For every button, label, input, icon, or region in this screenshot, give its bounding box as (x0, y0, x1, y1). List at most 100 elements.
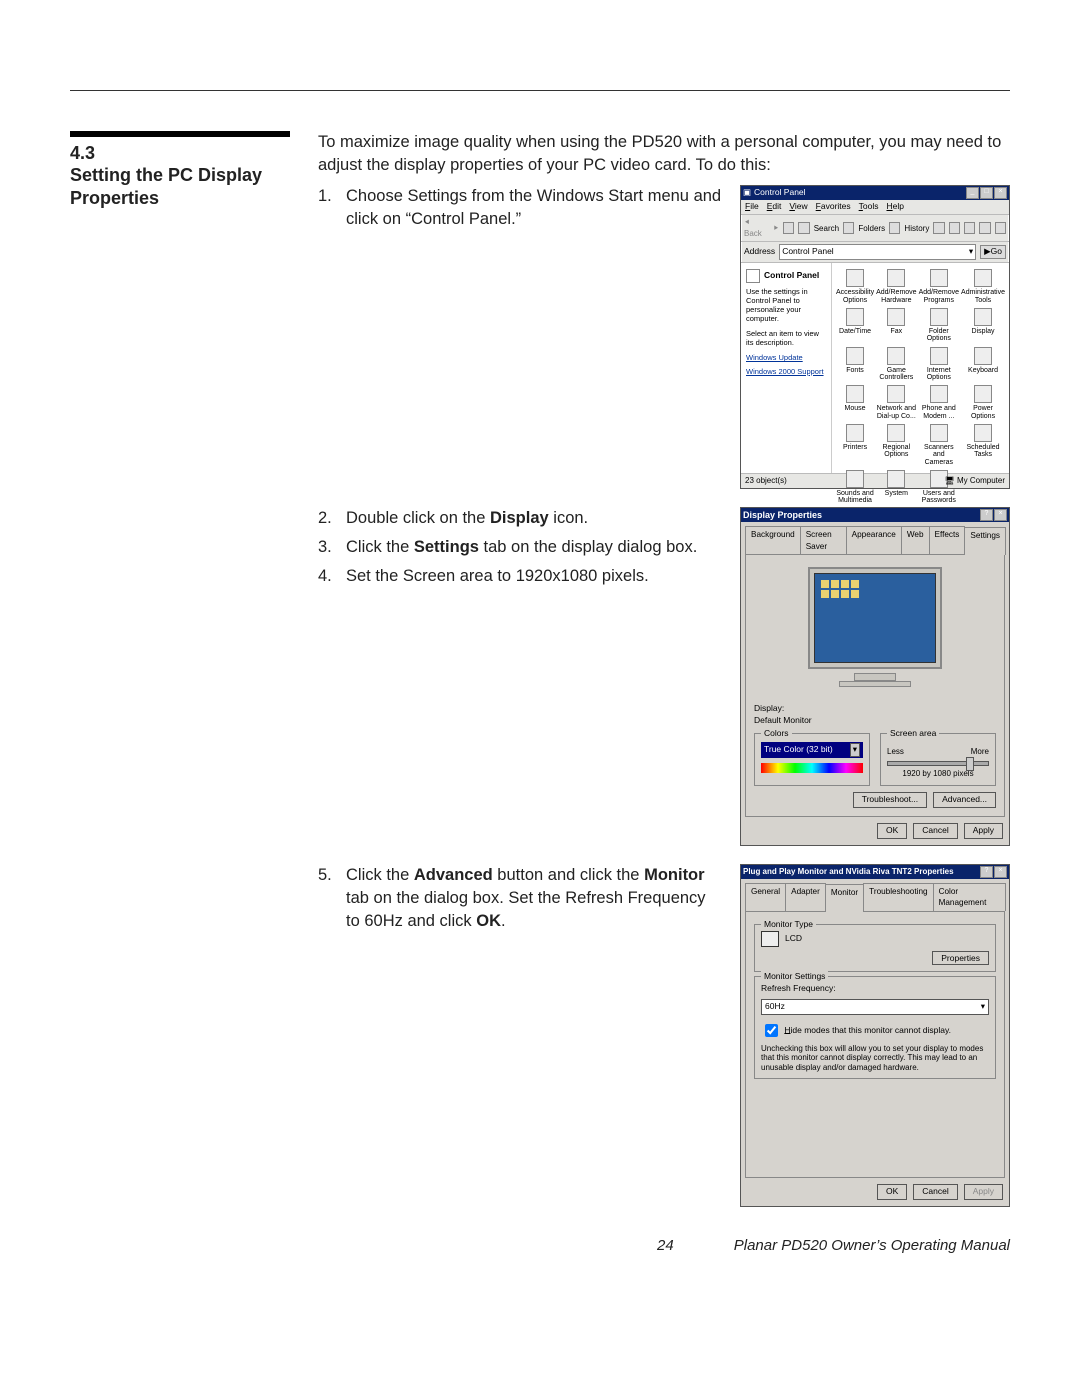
maximize-button[interactable]: □ (980, 187, 993, 199)
monitor-properties-dialog: Plug and Play Monitor and NVidia Riva TN… (740, 864, 1010, 1207)
tab-web[interactable]: Web (901, 526, 930, 554)
apply-button[interactable]: Apply (964, 1184, 1003, 1200)
history-label: History (904, 223, 929, 234)
cp-item[interactable]: Sounds and Multimedia (836, 470, 874, 505)
ok-button[interactable]: OK (877, 1184, 907, 1200)
apply-button[interactable]: Apply (964, 823, 1003, 839)
menu-tools[interactable]: Tools (859, 201, 879, 213)
chevron-down-icon[interactable]: ▾ (969, 246, 973, 258)
cp-item[interactable]: Phone and Modem ... (919, 385, 959, 420)
address-bar: Address Control Panel ▾ ▶Go (741, 242, 1009, 263)
cancel-button[interactable]: Cancel (913, 1184, 957, 1200)
menu-favorites[interactable]: Favorites (816, 201, 851, 213)
step-3-text: Click the Settings tab on the display di… (346, 536, 697, 559)
cp-item[interactable]: Administrative Tools (961, 269, 1005, 304)
tab-effects[interactable]: Effects (929, 526, 966, 554)
tab-background[interactable]: Background (745, 526, 801, 554)
folders-icon[interactable] (843, 222, 854, 234)
menu-file[interactable]: File (745, 201, 759, 213)
manual-title: Planar PD520 Owner’s Operating Manual (734, 1237, 1010, 1254)
move-icon[interactable] (933, 222, 944, 234)
slider-thumb[interactable] (966, 757, 974, 771)
help-button[interactable]: ? (980, 866, 993, 878)
control-panel-icon (746, 269, 760, 283)
help-button[interactable]: ? (980, 509, 993, 521)
cp-item[interactable]: Folder Options (919, 308, 959, 343)
ok-button[interactable]: OK (877, 823, 907, 839)
tab-general[interactable]: General (745, 883, 786, 911)
screen-area-slider[interactable]: LessMore 1920 by 1080 pixels (887, 746, 989, 779)
cp-item[interactable]: Scanners and Cameras (919, 424, 959, 466)
add-programs-icon (930, 269, 948, 287)
cp-item[interactable]: Add/Remove Programs (919, 269, 959, 304)
tab-adapter[interactable]: Adapter (785, 883, 826, 911)
link-windows-update[interactable]: Windows Update (746, 353, 826, 364)
cp-item[interactable]: Accessibility Options (836, 269, 874, 304)
hide-modes-checkbox-row: HHide modes that this monitor cannot dis… (761, 1021, 989, 1040)
toolbar: ⯇ Back ⯈ Search Folders History (741, 215, 1009, 242)
cp-item[interactable]: Power Options (961, 385, 1005, 420)
search-icon[interactable] (798, 222, 809, 234)
cp-item[interactable]: Mouse (836, 385, 874, 420)
display-dlg-pane: Display: Default Monitor Colors True Col… (745, 554, 1005, 817)
folders-label: Folders (858, 223, 885, 234)
cp-item[interactable]: Add/Remove Hardware (876, 269, 916, 304)
minimize-button[interactable]: _ (966, 187, 979, 199)
forward-button[interactable]: ⯈ (773, 223, 779, 234)
cp-item[interactable]: Fonts (836, 347, 874, 382)
copy-icon[interactable] (949, 222, 960, 234)
properties-button[interactable]: Properties (932, 951, 989, 965)
mouse-icon (846, 385, 864, 403)
close-button[interactable]: × (994, 866, 1007, 878)
tab-appearance[interactable]: Appearance (846, 526, 902, 554)
cp-item[interactable]: Printers (836, 424, 874, 466)
page-number: 24 (657, 1237, 674, 1254)
chevron-down-icon[interactable]: ▾ (850, 743, 860, 757)
tab-monitor[interactable]: Monitor (825, 884, 864, 912)
section-number: 4.3 (70, 143, 290, 164)
cp-item[interactable]: Game Controllers (876, 347, 916, 382)
history-icon[interactable] (889, 222, 900, 234)
views-icon[interactable] (995, 222, 1006, 234)
tab-troubleshooting[interactable]: Troubleshooting (863, 883, 933, 911)
display-value: Default Monitor (754, 715, 996, 727)
troubleshoot-button[interactable]: Troubleshoot... (853, 792, 927, 808)
menu-view[interactable]: View (789, 201, 807, 213)
close-button[interactable]: × (994, 187, 1007, 199)
colors-combo[interactable]: True Color (32 bit) ▾ (761, 742, 863, 758)
menu-help[interactable]: Help (886, 201, 903, 213)
status-left: 23 object(s) (745, 475, 787, 486)
chevron-down-icon[interactable]: ▾ (981, 1001, 985, 1013)
cp-item[interactable]: Internet Options (919, 347, 959, 382)
tab-settings[interactable]: Settings (964, 527, 1006, 555)
menu-edit[interactable]: Edit (767, 201, 782, 213)
cp-item[interactable]: Keyboard (961, 347, 1005, 382)
back-button[interactable]: ⯇ Back (744, 217, 769, 239)
step-4-text: Set the Screen area to 1920x1080 pixels. (346, 565, 649, 588)
color-spectrum (761, 763, 863, 773)
tab-color-management[interactable]: Color Management (933, 883, 1006, 911)
delete-icon[interactable] (964, 222, 975, 234)
system-icon (887, 470, 905, 488)
advanced-button[interactable]: Advanced... (933, 792, 996, 808)
go-button[interactable]: ▶Go (980, 245, 1006, 259)
cp-item[interactable]: Scheduled Tasks (961, 424, 1005, 466)
close-button[interactable]: × (994, 509, 1007, 521)
cp-item[interactable]: Display (961, 308, 1005, 343)
cp-item[interactable]: System (876, 470, 916, 505)
cancel-button[interactable]: Cancel (913, 823, 957, 839)
page-footer: 24 Planar PD520 Owner’s Operating Manual (70, 1237, 1010, 1254)
up-icon[interactable] (783, 222, 794, 234)
undo-icon[interactable] (979, 222, 990, 234)
cp-item[interactable]: Regional Options (876, 424, 916, 466)
cp-item[interactable]: Fax (876, 308, 916, 343)
link-windows-2000-support[interactable]: Windows 2000 Support (746, 367, 826, 378)
address-field[interactable]: Control Panel ▾ (779, 244, 976, 260)
folder-icon: ▣ (743, 187, 751, 199)
step-5: 5. Click the Advanced button and click t… (318, 864, 722, 933)
hide-modes-checkbox[interactable] (765, 1024, 778, 1037)
refresh-frequency-combo[interactable]: 60Hz ▾ (761, 999, 989, 1015)
cp-item[interactable]: Date/Time (836, 308, 874, 343)
tab-screensaver[interactable]: Screen Saver (800, 526, 847, 554)
cp-item[interactable]: Network and Dial-up Co... (876, 385, 916, 420)
